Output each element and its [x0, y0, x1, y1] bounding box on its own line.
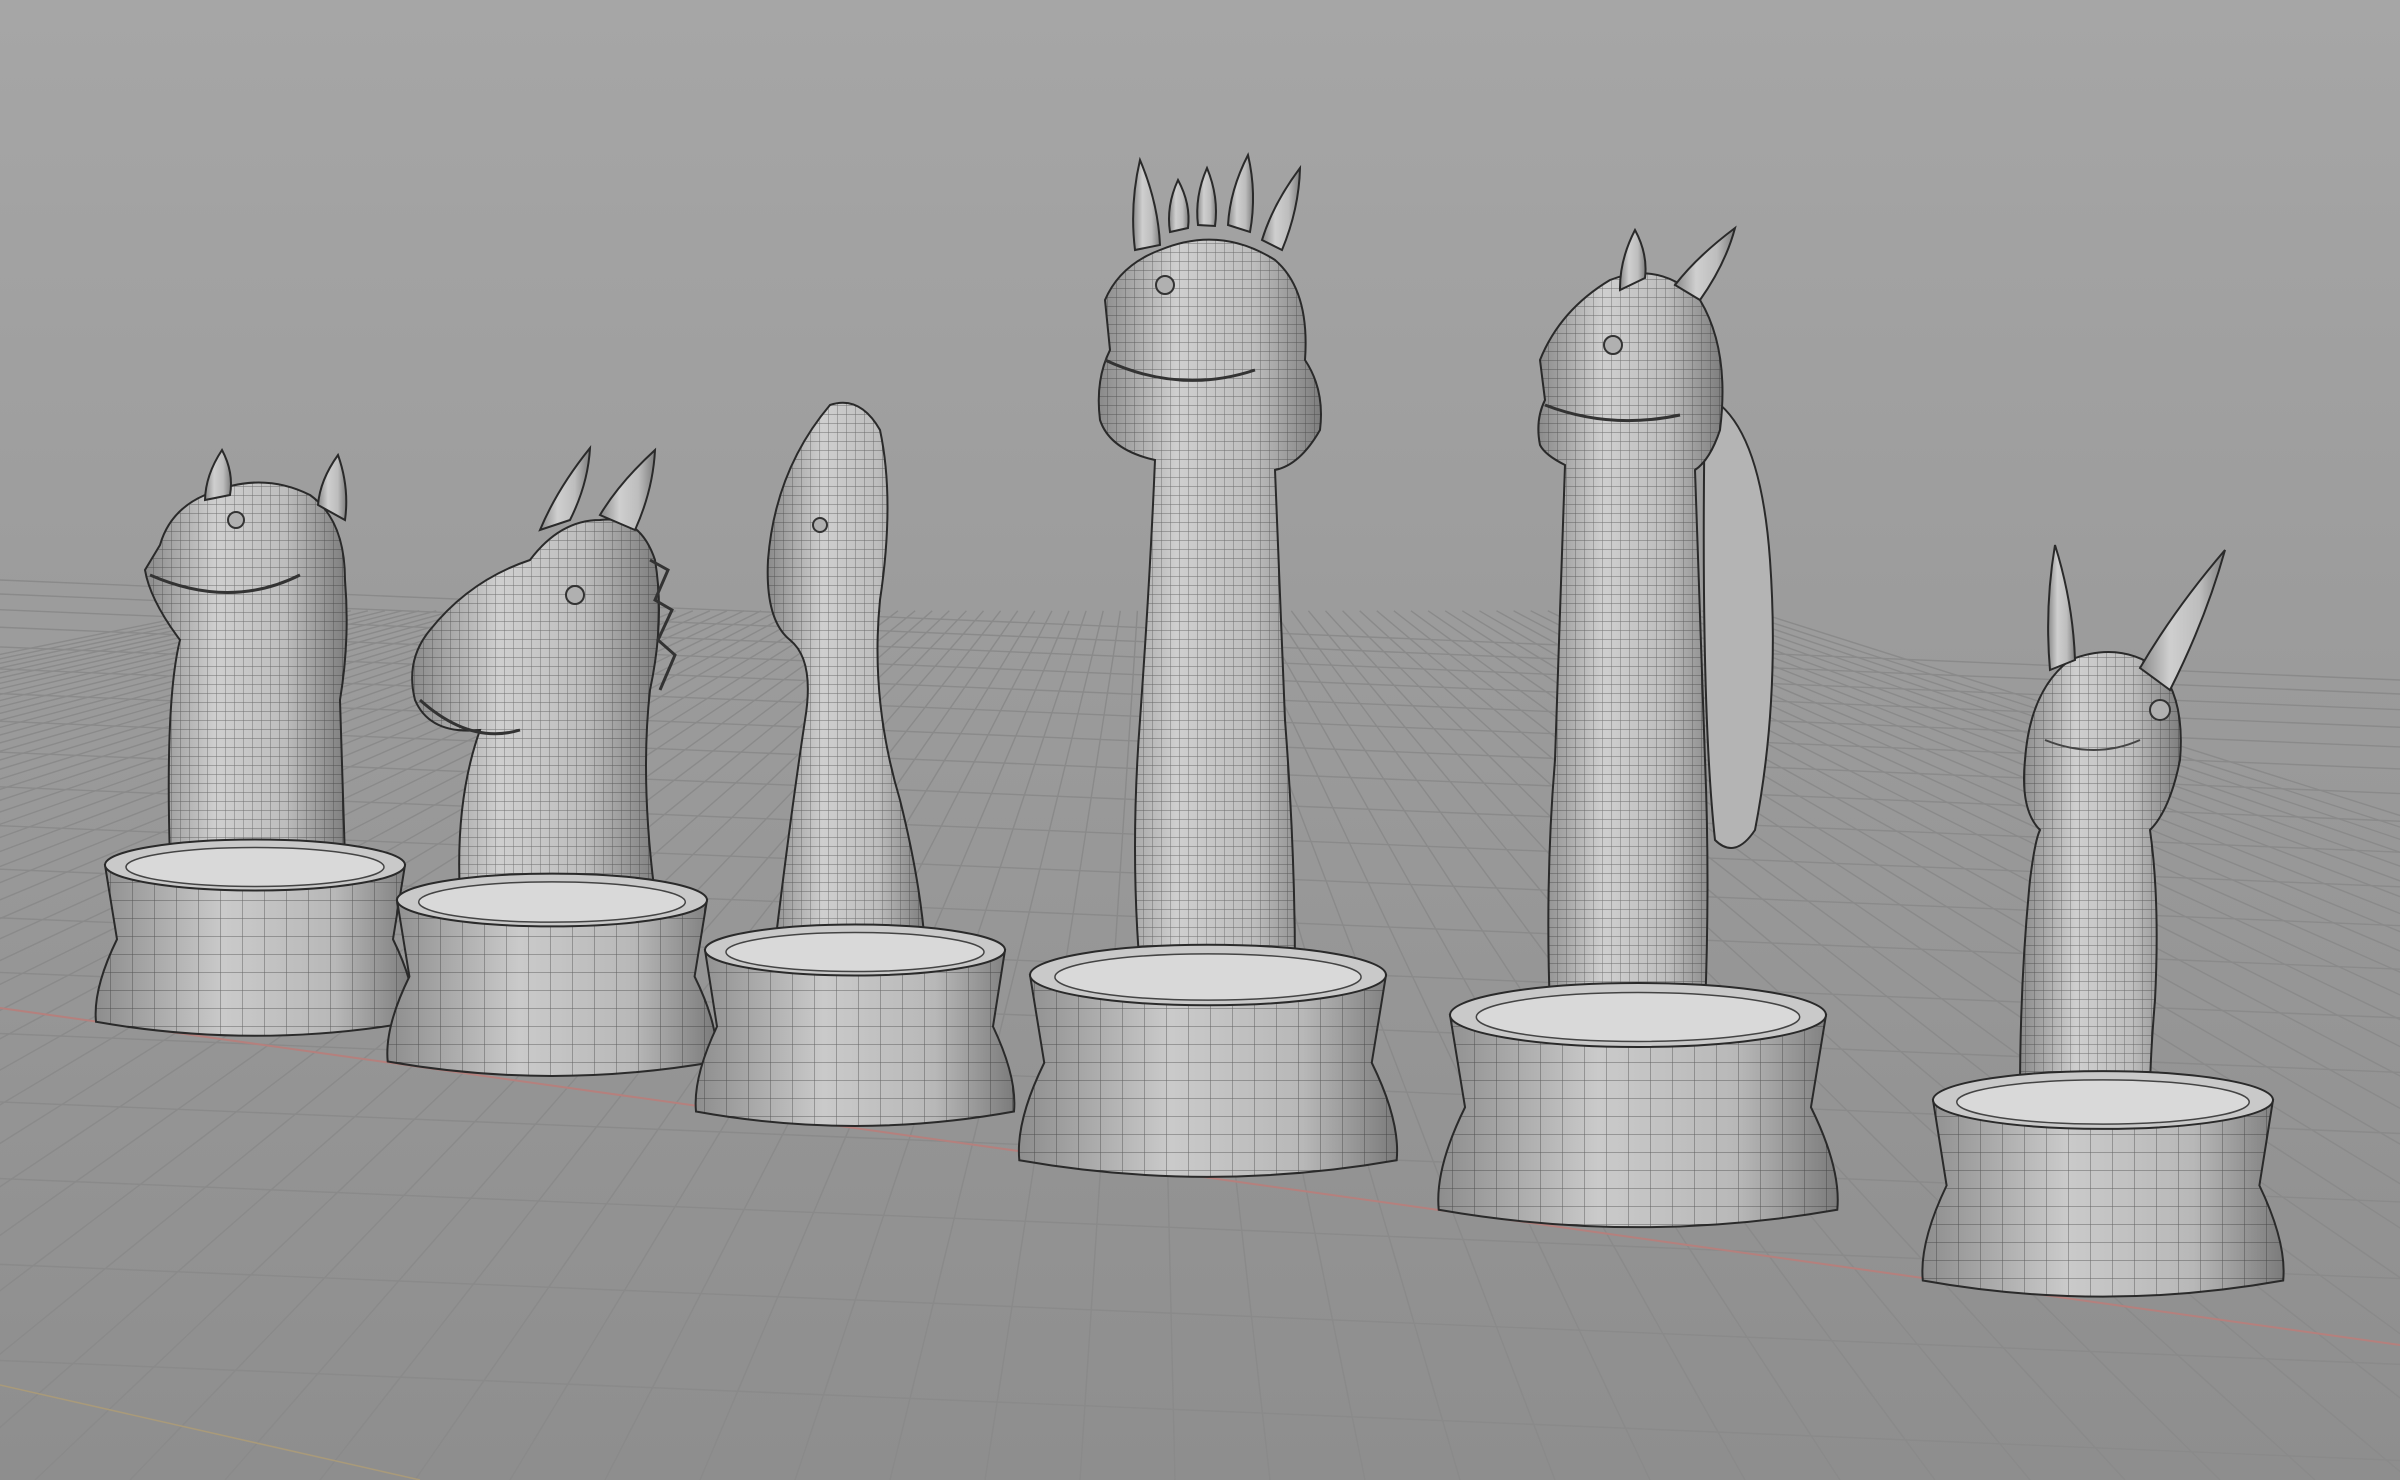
- bishop-dragon-rim-inner: [725, 931, 985, 973]
- knight-dragon-rim-inner: [417, 881, 687, 923]
- viewport-scene[interactable]: [0, 0, 2400, 1480]
- bishop-dragon-eye: [812, 517, 828, 533]
- king-dragon-rim-inner: [1054, 953, 1362, 1001]
- knight-dragon-eye: [565, 585, 585, 605]
- 3d-viewport[interactable]: [0, 0, 2400, 1480]
- pawn-dragon-rim-inner: [125, 846, 385, 888]
- rook-dragon-eye: [2149, 699, 2171, 721]
- rook-dragon-rim-inner: [1956, 1079, 2250, 1125]
- king-dragon-eye: [1155, 275, 1175, 295]
- queen-dragon-body-wire: [1538, 273, 1723, 1010]
- queen-dragon-eye: [1603, 335, 1623, 355]
- pawn-dragon-eye: [227, 511, 245, 529]
- queen-dragon-rim-inner: [1475, 991, 1801, 1043]
- pawn-dragon-body-wire: [145, 482, 347, 860]
